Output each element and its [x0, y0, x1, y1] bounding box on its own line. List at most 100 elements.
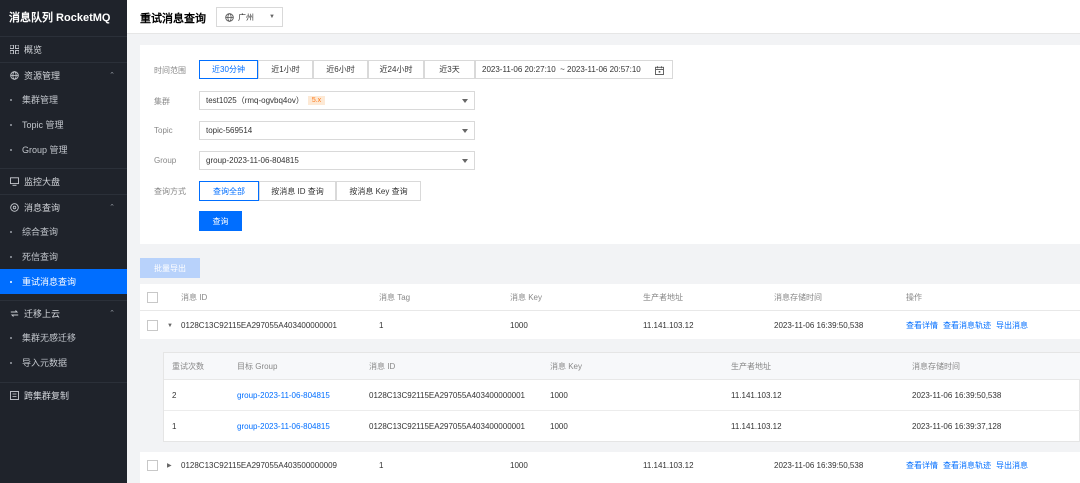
query-method-label: 查询方式: [154, 187, 186, 196]
message-key: 1000: [510, 461, 528, 470]
sidebar-item-seamless-migration[interactable]: 集群无感迁移: [0, 325, 127, 350]
storage-time: 2023-11-06 16:39:37,128: [912, 422, 1002, 431]
brand-title: 消息队列 RocketMQ: [9, 12, 111, 24]
retry-count: 1: [172, 422, 177, 431]
sidebar-item-label: 集群无感迁移: [22, 333, 77, 343]
view-trace-link[interactable]: 查看消息轨迹: [943, 312, 991, 339]
time-option-6h[interactable]: 近6小时: [313, 60, 368, 79]
column-header: 生产者地址: [643, 293, 683, 302]
method-option-all[interactable]: 查询全部: [199, 181, 259, 201]
sidebar-item-overview[interactable]: 概览: [0, 36, 127, 61]
topic-select[interactable]: topic-569514: [199, 121, 475, 140]
sidebar-item-label: 导入元数据: [22, 358, 68, 368]
column-header: 消息 Key: [510, 293, 543, 302]
retry-row: 1 group-2023-11-06-804815 0128C13C92115E…: [164, 411, 1080, 442]
expand-caret-icon[interactable]: ▶: [167, 452, 172, 479]
retry-table-header: 重试次数 目标 Group 消息 ID 消息 Key 生产者地址 消息存储时间: [164, 353, 1080, 380]
sidebar-item-label: 迁移上云: [24, 308, 61, 319]
row-checkbox[interactable]: [147, 320, 158, 331]
time-option-3d[interactable]: 近3天: [424, 60, 475, 79]
sidebar-item-monitor[interactable]: 监控大盘: [0, 168, 127, 193]
caret-down-icon: [462, 99, 468, 103]
column-header: 操作: [906, 293, 922, 302]
time-option-1h[interactable]: 近1小时: [258, 60, 313, 79]
search-icon: [9, 202, 19, 212]
copy-icon: [9, 390, 19, 400]
filter-panel: 时间范围 近30分钟 近1小时 近6小时 近24小时 近3天 2023-11-0…: [140, 45, 1080, 244]
producer-address: 11.141.103.12: [643, 321, 694, 330]
sidebar-item-cluster-management[interactable]: 集群管理: [0, 87, 127, 112]
column-header: 消息 Key: [550, 362, 583, 371]
sidebar-item-label: 消息查询: [24, 202, 61, 213]
cluster-select[interactable]: test1025（rmq-ogvbq4ov） 5.x: [199, 91, 475, 110]
group-label: Group: [154, 156, 177, 165]
caret-down-icon: [462, 159, 468, 163]
sidebar-item-message-query[interactable]: 消息查询 ⌃: [0, 194, 127, 219]
sidebar-item-import-metadata[interactable]: 导入元数据: [0, 350, 127, 375]
method-option-by-id[interactable]: 按消息 ID 查询: [259, 181, 336, 201]
sidebar-item-topic-management[interactable]: Topic 管理: [0, 112, 127, 137]
message-key: 1000: [550, 391, 568, 400]
target-group-link[interactable]: group-2023-11-06-804815: [237, 380, 330, 411]
region-label: 广州: [238, 12, 254, 22]
sidebar-item-label: 资源管理: [24, 70, 61, 81]
batch-export-button[interactable]: 批量导出: [140, 258, 200, 278]
date-range-picker[interactable]: 2023-11-06 20:27:10 ~ 2023-11-06 20:57:1…: [475, 60, 673, 79]
retry-history-table: 重试次数 目标 Group 消息 ID 消息 Key 生产者地址 消息存储时间 …: [163, 352, 1080, 442]
view-trace-link[interactable]: 查看消息轨迹: [943, 452, 991, 479]
region-selector[interactable]: 广州 ▼: [216, 7, 283, 27]
message-id: 0128C13C92115EA297055A403500000009: [181, 461, 337, 470]
target-group-link[interactable]: group-2023-11-06-804815: [237, 411, 330, 442]
sidebar-item-cross-cluster-replication[interactable]: 跨集群复制: [0, 382, 127, 407]
column-header: 重试次数: [172, 362, 204, 371]
column-header: 生产者地址: [731, 362, 771, 371]
sidebar-item-resource-management[interactable]: 资源管理 ⌃: [0, 62, 127, 87]
select-all-checkbox[interactable]: [147, 292, 158, 303]
expanded-row-panel: 重试次数 目标 Group 消息 ID 消息 Key 生产者地址 消息存储时间 …: [140, 339, 1080, 452]
group-select[interactable]: group-2023-11-06-804815: [199, 151, 475, 170]
producer-address: 11.141.103.12: [731, 422, 782, 431]
sidebar-item-label: 死信查询: [22, 252, 59, 262]
sidebar-item-label: 综合查询: [22, 227, 59, 237]
table-row[interactable]: ▶ 0128C13C92115EA297055A403500000009 1 1…: [140, 452, 1080, 479]
row-checkbox[interactable]: [147, 460, 158, 471]
table-header: 消息 ID 消息 Tag 消息 Key 生产者地址 消息存储时间 操作: [140, 284, 1080, 311]
message-id: 0128C13C92115EA297055A403400000001: [181, 321, 337, 330]
column-header: 消息 Tag: [379, 293, 411, 302]
message-tag: 1: [379, 461, 384, 470]
message-id: 0128C13C92115EA297055A403400000001: [369, 422, 525, 431]
export-message-link[interactable]: 导出消息: [996, 312, 1028, 339]
storage-time: 2023-11-06 16:39:50,538: [912, 391, 1002, 400]
view-details-link[interactable]: 查看详情: [906, 452, 938, 479]
column-header: 消息存储时间: [774, 293, 822, 302]
sidebar-item-dead-letter-query[interactable]: 死信查询: [0, 244, 127, 269]
sidebar-item-label: Group 管理: [22, 145, 68, 155]
cluster-value: test1025（rmq-ogvbq4ov）: [206, 96, 304, 105]
method-option-by-key[interactable]: 按消息 Key 查询: [336, 181, 421, 201]
topic-value: topic-569514: [206, 126, 253, 135]
time-option-30min[interactable]: 近30分钟: [199, 60, 258, 79]
monitor-icon: [9, 176, 19, 186]
export-message-link[interactable]: 导出消息: [996, 452, 1028, 479]
caret-down-icon: [462, 129, 468, 133]
group-value: group-2023-11-06-804815: [206, 156, 299, 165]
query-button[interactable]: 查询: [199, 211, 242, 231]
retry-row: 2 group-2023-11-06-804815 0128C13C92115E…: [164, 380, 1080, 411]
page-header: 重试消息查询 广州 ▼: [127, 0, 1080, 34]
sidebar-item-general-query[interactable]: 综合查询: [0, 219, 127, 244]
column-header: 消息存储时间: [912, 362, 960, 371]
producer-address: 11.141.103.12: [731, 391, 782, 400]
collapse-caret-icon[interactable]: ▼: [167, 312, 173, 339]
view-details-link[interactable]: 查看详情: [906, 312, 938, 339]
version-badge: 5.x: [307, 96, 326, 105]
chevron-down-icon: ▼: [269, 14, 275, 20]
sidebar-item-migration[interactable]: 迁移上云 ⌃: [0, 300, 127, 325]
column-header: 消息 ID: [181, 293, 208, 302]
time-option-24h[interactable]: 近24小时: [368, 60, 424, 79]
sidebar-item-retry-message-query[interactable]: 重试消息查询: [0, 269, 127, 294]
sidebar-item-group-management[interactable]: Group 管理: [0, 137, 127, 162]
table-row[interactable]: ▼ 0128C13C92115EA297055A403400000001 1 1…: [140, 312, 1080, 339]
sidebar-item-label: 重试消息查询: [22, 277, 77, 287]
message-tag: 1: [379, 321, 384, 330]
column-header: 消息 ID: [369, 362, 396, 371]
